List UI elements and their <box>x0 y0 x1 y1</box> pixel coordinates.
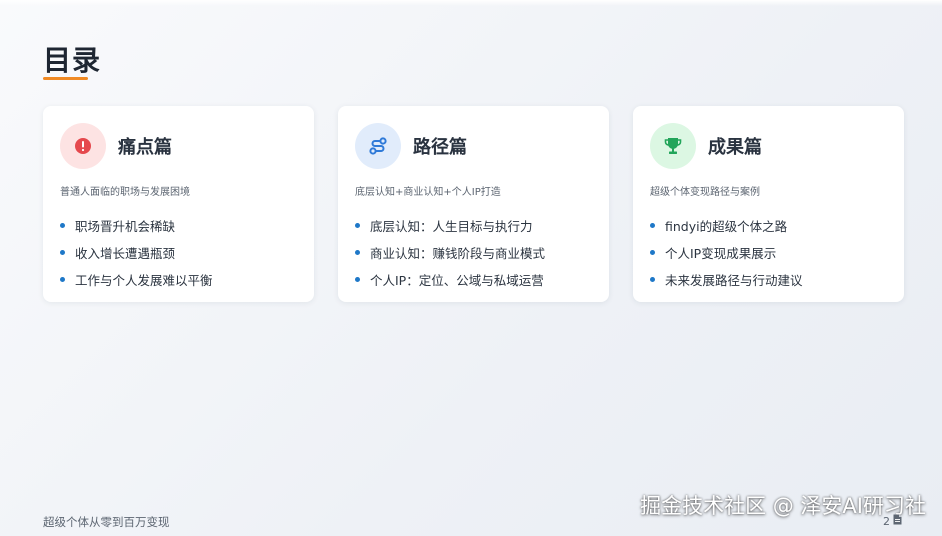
list-item: 职场晋升机会稀缺 <box>60 212 213 239</box>
card-results[interactable]: 成果篇 超级个体变现路径与案例 findyi的超级个体之路 个人IP变现成果展示… <box>633 106 904 302</box>
card-grid: 痛点篇 普通人面临的职场与发展困境 职场晋升机会稀缺 收入增长遭遇瓶颈 工作与个… <box>43 106 904 302</box>
list-item-label: 商业认知：赚钱阶段与商业模式 <box>370 246 546 261</box>
page-number-label: 2 <box>883 514 890 528</box>
card-subtitle: 底层认知+商业认知+个人IP打造 <box>355 187 501 198</box>
list-item-label: 个人IP变现成果展示 <box>665 246 777 261</box>
list-item-label: findyi的超级个体之路 <box>665 219 788 234</box>
card-title: 成果篇 <box>708 137 762 158</box>
list-item: findyi的超级个体之路 <box>650 212 803 239</box>
list-item-label: 未来发展路径与行动建议 <box>665 273 803 288</box>
bullet-icon <box>650 223 655 228</box>
card-list: 底层认知：人生目标与执行力 商业认知：赚钱阶段与商业模式 个人IP：定位、公域与… <box>355 212 545 293</box>
card-list: findyi的超级个体之路 个人IP变现成果展示 未来发展路径与行动建议 <box>650 212 803 293</box>
title-underline <box>43 77 88 80</box>
list-item-label: 工作与个人发展难以平衡 <box>75 273 213 288</box>
list-item-label: 底层认知：人生目标与执行力 <box>370 219 533 234</box>
card-subtitle: 超级个体变现路径与案例 <box>650 187 760 198</box>
bullet-icon <box>355 250 360 255</box>
list-item-label: 个人IP：定位、公域与私域运营 <box>370 273 544 288</box>
exclamation-circle-icon <box>60 123 106 169</box>
bullet-icon <box>60 223 65 228</box>
list-item: 底层认知：人生目标与执行力 <box>355 212 545 239</box>
list-item-label: 收入增长遭遇瓶颈 <box>75 246 176 261</box>
card-title: 路径篇 <box>413 137 467 158</box>
card-title: 痛点篇 <box>118 137 172 158</box>
list-item: 工作与个人发展难以平衡 <box>60 266 213 293</box>
route-icon <box>355 123 401 169</box>
footer-title: 超级个体从零到百万变现 <box>43 515 170 529</box>
card-header: 路径篇 <box>355 123 467 169</box>
document-icon <box>893 514 902 528</box>
card-path[interactable]: 路径篇 底层认知+商业认知+个人IP打造 底层认知：人生目标与执行力 商业认知：… <box>338 106 609 302</box>
bullet-icon <box>355 277 360 282</box>
card-list: 职场晋升机会稀缺 收入增长遭遇瓶颈 工作与个人发展难以平衡 <box>60 212 213 293</box>
list-item: 个人IP：定位、公域与私域运营 <box>355 266 545 293</box>
list-item-label: 职场晋升机会稀缺 <box>75 219 176 234</box>
trophy-icon <box>650 123 696 169</box>
bullet-icon <box>650 277 655 282</box>
bullet-icon <box>60 277 65 282</box>
page-title: 目录 <box>43 44 102 77</box>
list-item: 收入增长遭遇瓶颈 <box>60 239 213 266</box>
card-pain-points[interactable]: 痛点篇 普通人面临的职场与发展困境 职场晋升机会稀缺 收入增长遭遇瓶颈 工作与个… <box>43 106 314 302</box>
page-number: 2 <box>883 514 902 528</box>
card-header: 痛点篇 <box>60 123 172 169</box>
card-header: 成果篇 <box>650 123 762 169</box>
list-item: 未来发展路径与行动建议 <box>650 266 803 293</box>
top-edge <box>0 0 942 6</box>
card-subtitle: 普通人面临的职场与发展困境 <box>60 187 190 198</box>
bullet-icon <box>355 223 360 228</box>
bullet-icon <box>650 250 655 255</box>
list-item: 个人IP变现成果展示 <box>650 239 803 266</box>
bullet-icon <box>60 250 65 255</box>
list-item: 商业认知：赚钱阶段与商业模式 <box>355 239 545 266</box>
